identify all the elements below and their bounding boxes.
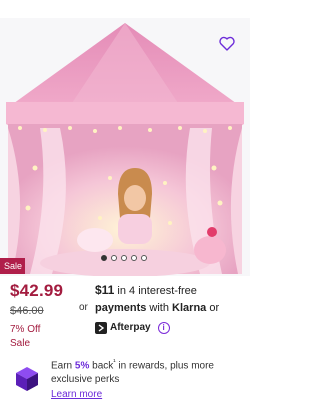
discount-suffix: Sale bbox=[10, 338, 31, 349]
carousel-dot[interactable] bbox=[131, 255, 137, 261]
rewards-back: back bbox=[92, 360, 114, 372]
rewards-earn: Earn bbox=[51, 360, 73, 372]
installment-text: in 4 interest-free bbox=[117, 285, 197, 297]
carousel-dot[interactable] bbox=[141, 255, 147, 261]
wishlist-button[interactable] bbox=[214, 30, 240, 56]
with-word: with bbox=[149, 302, 169, 314]
rewards-percent: 5% bbox=[74, 360, 90, 372]
heart-icon bbox=[219, 36, 235, 51]
product-image[interactable] bbox=[0, 18, 250, 276]
afterpay-icon bbox=[95, 321, 107, 334]
rewards-banner: Earn 5% back¹ in rewards, plus more excl… bbox=[15, 356, 245, 404]
rewards-footnote: ¹ bbox=[113, 359, 116, 366]
or-separator: or bbox=[79, 302, 88, 313]
payments-word: payments bbox=[95, 302, 147, 314]
payment-options: $11 in 4 interest-free payments with Kla… bbox=[95, 282, 245, 336]
tent-illustration bbox=[0, 18, 250, 276]
klarna-option[interactable]: Klarna bbox=[172, 302, 206, 314]
price-block: $42.99 $46.00 7% Off Sale bbox=[10, 281, 63, 351]
current-price: $42.99 bbox=[10, 281, 64, 300]
carousel-dot[interactable] bbox=[101, 255, 107, 261]
or-word: or bbox=[209, 302, 220, 314]
learn-more-link[interactable]: Learn more bbox=[51, 388, 102, 402]
carousel-indicator bbox=[101, 255, 147, 261]
info-icon[interactable]: i bbox=[157, 321, 170, 334]
installment-amount: $11 bbox=[95, 283, 115, 297]
original-price: $46.00 bbox=[10, 305, 44, 317]
afterpay-option[interactable]: Afterpay bbox=[110, 319, 151, 336]
carousel-dot[interactable] bbox=[121, 255, 127, 261]
discount-label: 7% Off bbox=[10, 324, 41, 335]
carousel-dot[interactable] bbox=[111, 255, 117, 261]
rewards-cube-icon bbox=[16, 367, 38, 391]
sale-badge: Sale bbox=[0, 258, 25, 274]
